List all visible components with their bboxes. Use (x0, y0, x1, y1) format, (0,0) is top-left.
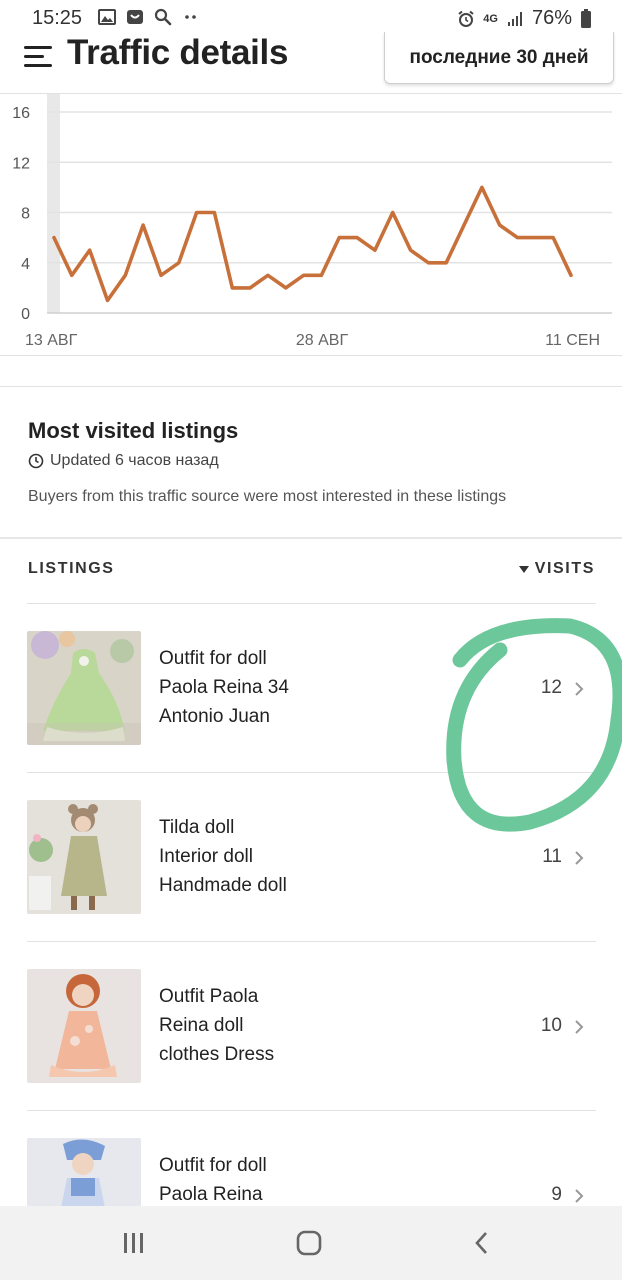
shop-icon (127, 10, 143, 24)
x-tick-label: 11 СЕН (545, 332, 600, 349)
column-header-visits-label: VISITS (534, 560, 595, 577)
status-right-icons: 4G 76% (457, 7, 592, 30)
x-tick-label: 28 АВГ (296, 332, 349, 349)
listing-row[interactable]: Outfit Paola Reina doll clothes Dress 10 (27, 941, 596, 1111)
updated-info: Updated 6 часов назад (28, 452, 219, 470)
traffic-series-line (52, 185, 573, 303)
sort-down-icon (518, 565, 529, 573)
most-visited-description: Buyers from this traffic source were mos… (28, 488, 507, 505)
image-icon (98, 9, 116, 25)
x-tick-label: 13 АВГ (25, 332, 78, 349)
more-dots-icon (185, 15, 196, 19)
y-tick-label: 4 (21, 256, 30, 273)
listing-visits: 10 (540, 1015, 562, 1036)
column-header-listings: LISTINGS (28, 560, 115, 577)
traffic-chart: 0 4 8 12 16 13 АВГ 28 АВГ 11 СЕН (0, 94, 622, 356)
page-title: Traffic details (67, 33, 289, 72)
signal-icon (507, 11, 522, 26)
system-nav-bar (0, 1206, 622, 1280)
clock-icon (28, 453, 44, 469)
y-tick-label: 12 (12, 155, 30, 172)
divider (0, 386, 622, 387)
battery-level: 76% (531, 7, 572, 29)
annotation-circle (446, 618, 622, 832)
listing-thumbnail (27, 800, 141, 914)
network-type: 4G (483, 12, 498, 25)
listing-title: Tilda doll Interior doll Handmade doll (159, 817, 287, 896)
recent-apps-icon[interactable] (117, 1228, 151, 1258)
listing-title: Outfit for doll Paola Reina (159, 1155, 267, 1205)
chevron-right-icon (575, 1020, 584, 1034)
column-header-visits[interactable]: VISITS (518, 560, 595, 578)
listing-visits: 9 (551, 1184, 562, 1205)
most-visited-title: Most visited listings (28, 418, 239, 443)
chart-range-marker (47, 94, 60, 313)
back-icon[interactable] (466, 1228, 500, 1258)
chevron-right-icon (575, 1189, 584, 1203)
y-tick-label: 8 (21, 206, 30, 223)
app-header: Traffic details последние 30 дней (0, 32, 622, 94)
listing-title: Outfit Paola Reina doll clothes Dress (159, 986, 275, 1065)
listing-title: Outfit for doll Paola Reina 34 Antonio J… (159, 648, 289, 727)
listing-thumbnail (27, 969, 141, 1083)
y-tick-label: 16 (12, 105, 30, 122)
home-icon[interactable] (292, 1228, 326, 1258)
y-tick-label: 0 (21, 306, 30, 323)
chevron-right-icon (575, 851, 584, 865)
status-notification-icons (98, 8, 200, 26)
traffic-line-chart: 0 4 8 12 16 13 АВГ 28 АВГ 11 СЕН (12, 94, 612, 349)
search-icon (154, 8, 172, 26)
battery-icon (581, 8, 591, 28)
updated-text: Updated 6 часов назад (50, 452, 219, 469)
alarm-icon (458, 10, 474, 27)
status-time: 15:25 (32, 7, 83, 29)
menu-icon[interactable] (24, 46, 52, 68)
listing-thumbnail (27, 631, 141, 745)
section-divider (0, 537, 622, 539)
period-selector-button[interactable]: последние 30 дней (384, 32, 614, 84)
